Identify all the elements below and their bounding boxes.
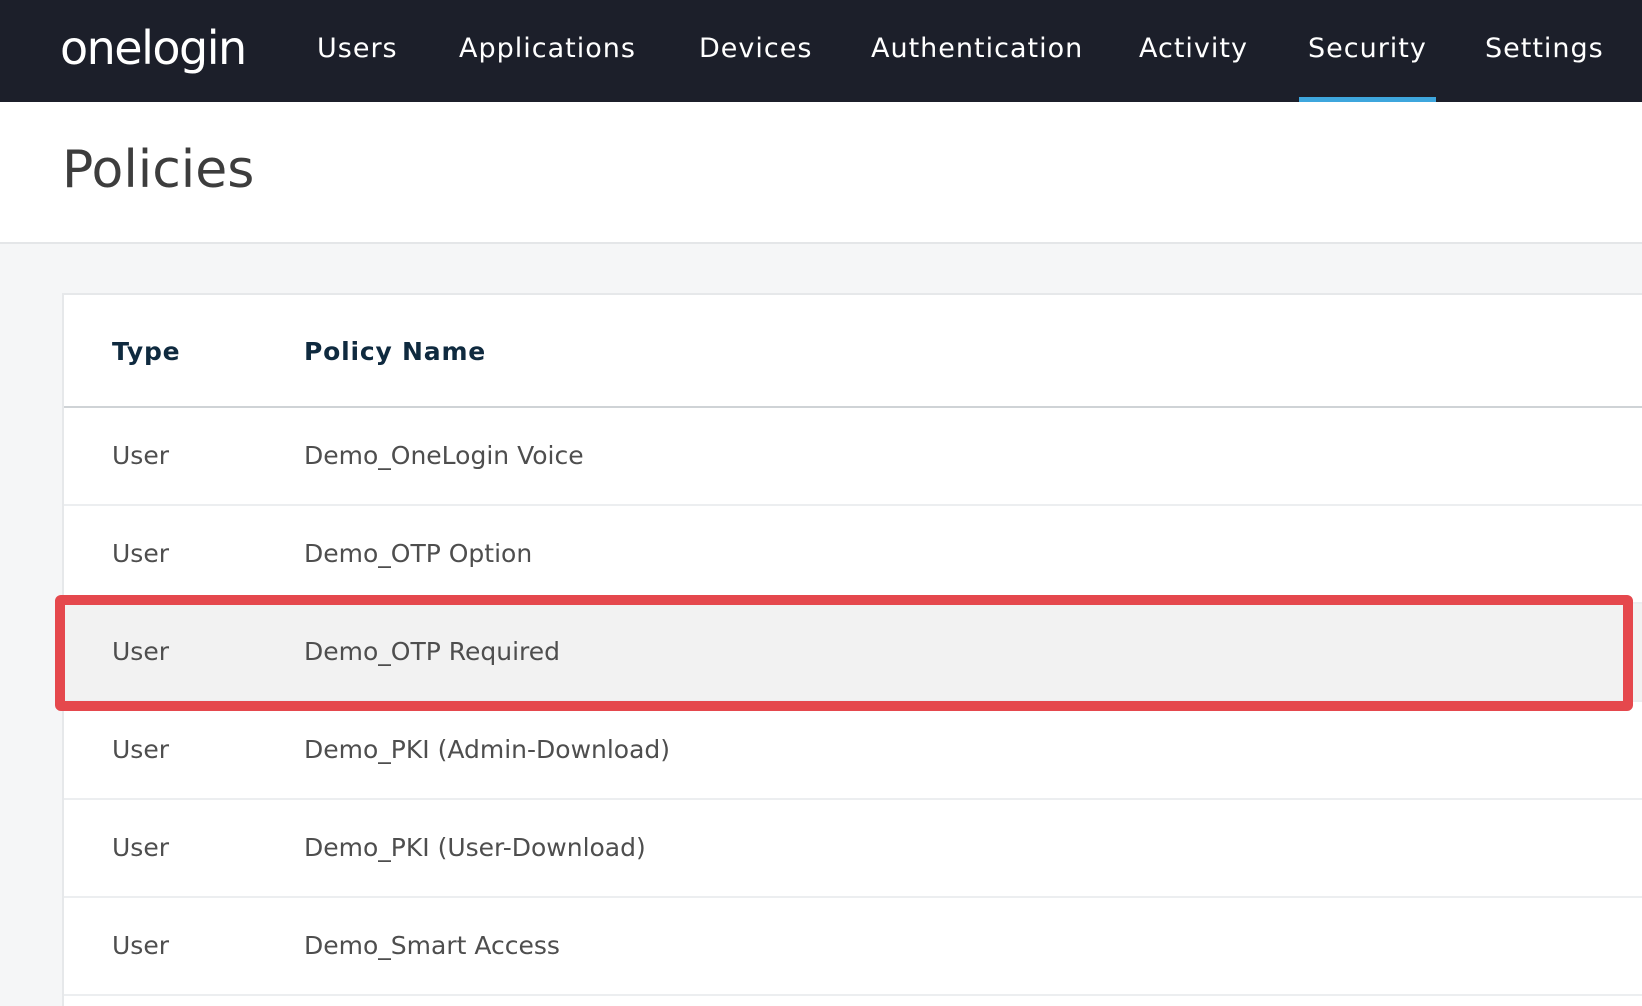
onelogin-logo[interactable]: onelogin xyxy=(60,20,247,76)
column-header-type[interactable]: Type xyxy=(112,337,180,366)
table-row[interactable]: User Demo_OneLogin Voice xyxy=(64,408,1642,506)
cell-type: User xyxy=(112,441,169,470)
table-row-highlighted[interactable]: User Demo_OTP Required xyxy=(64,604,1642,702)
cell-type: User xyxy=(112,735,169,764)
top-navigation-bar: onelogin Users Applications Devices Auth… xyxy=(0,0,1642,102)
cell-policy-name[interactable]: Demo_OneLogin Voice xyxy=(304,408,584,504)
table-row[interactable]: User Demo_Smart Access xyxy=(64,898,1642,996)
cell-policy-name[interactable]: Demo_OTP Option xyxy=(304,506,532,602)
nav-item-settings[interactable]: Settings xyxy=(1485,0,1604,102)
table-header: Type Policy Name xyxy=(64,295,1642,408)
table-row[interactable]: User Demo_PKI (User-Download) xyxy=(64,800,1642,898)
policies-table: Type Policy Name User Demo_OneLogin Voic… xyxy=(62,293,1642,1006)
cell-policy-name[interactable]: Demo_PKI (Admin-Download) xyxy=(304,702,670,798)
nav-item-activity[interactable]: Activity xyxy=(1139,0,1248,102)
cell-policy-name[interactable]: Demo_Smart Access xyxy=(304,898,560,994)
cell-policy-name[interactable]: Demo_PKI (User-Download) xyxy=(304,800,646,896)
page-header: Policies xyxy=(0,102,1642,244)
cell-type: User xyxy=(112,539,169,568)
table-row[interactable]: User Demo_OTP Option xyxy=(64,506,1642,604)
nav-item-users[interactable]: Users xyxy=(317,0,398,102)
cell-policy-name[interactable]: Demo_OTP Required xyxy=(304,604,560,700)
cell-type: User xyxy=(112,833,169,862)
nav-item-applications[interactable]: Applications xyxy=(459,0,636,102)
cell-type: User xyxy=(112,931,169,960)
page-title: Policies xyxy=(62,140,255,200)
column-header-policy-name[interactable]: Policy Name xyxy=(304,337,486,366)
nav-item-authentication[interactable]: Authentication xyxy=(871,0,1083,102)
table-row[interactable]: User Demo_PKI (Admin-Download) xyxy=(64,702,1642,800)
cell-type: User xyxy=(112,637,169,666)
nav-item-devices[interactable]: Devices xyxy=(699,0,812,102)
nav-item-security[interactable]: Security xyxy=(1299,0,1436,102)
